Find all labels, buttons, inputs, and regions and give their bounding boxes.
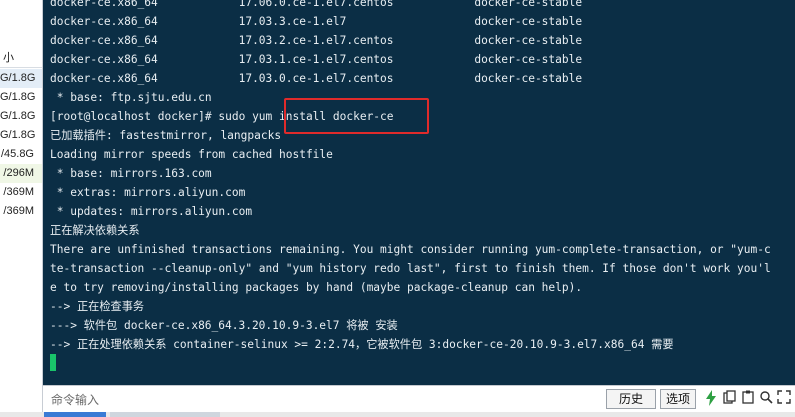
expand-icon[interactable] — [776, 390, 792, 408]
search-icon[interactable] — [758, 390, 774, 408]
terminal-line: * extras: mirrors.aliyun.com — [50, 186, 246, 199]
size-row[interactable]: G/1.8G — [0, 69, 42, 88]
session-tab[interactable] — [110, 412, 220, 417]
size-row[interactable]: /296M — [0, 164, 42, 183]
size-column-header[interactable]: 小 — [0, 48, 42, 68]
terminal-cursor — [50, 354, 56, 371]
terminal-line: * base: ftp.sjtu.edu.cn — [50, 91, 212, 104]
terminal-line: 正在解决依赖关系 — [50, 224, 140, 237]
size-row[interactable]: G/1.8G — [0, 107, 42, 126]
size-row[interactable]: /369M — [0, 183, 42, 202]
terminal-line: 已加载插件: fastestmirror, langpacks — [50, 129, 282, 142]
file-size-panel: 小 G/1.8G G/1.8G G/1.8G G/1.8G /45.8G /29… — [0, 0, 43, 417]
terminal-line: * updates: mirrors.aliyun.com — [50, 205, 253, 218]
command-input[interactable] — [49, 390, 573, 410]
session-tab-active[interactable] — [44, 412, 106, 417]
size-row[interactable]: /45.8G — [0, 145, 42, 164]
copy-icon[interactable] — [722, 390, 738, 408]
command-bar: 历史 选项 — [43, 385, 795, 413]
terminal-line: te-transaction --cleanup-only" and "yum … — [50, 262, 771, 275]
terminal-line: There are unfinished transactions remain… — [50, 243, 771, 256]
terminal-output[interactable]: docker-ce.x86_64 17.06.0.ce-1.el7.centos… — [43, 0, 795, 385]
options-button[interactable]: 选项 — [660, 389, 696, 409]
terminal-line: Loading mirror speeds from cached hostfi… — [50, 148, 333, 161]
terminal-line: docker-ce.x86_64 17.03.3.ce-1.el7 docker… — [50, 15, 583, 28]
size-row[interactable]: /369M — [0, 202, 42, 221]
terminal-line: --> 正在处理依赖关系 container-selinux >= 2:2.74… — [50, 338, 674, 351]
terminal-line: e to try removing/installing packages by… — [50, 281, 583, 294]
terminal-line: docker-ce.x86_64 17.06.0.ce-1.el7.centos… — [50, 0, 583, 9]
terminal-line: --> 正在检查事务 — [50, 300, 145, 313]
terminal-line: ---> 软件包 docker-ce.x86_64.3.20.10.9-3.el… — [50, 319, 398, 332]
history-button[interactable]: 历史 — [606, 389, 656, 409]
terminal-line: * base: mirrors.163.com — [50, 167, 212, 180]
terminal-line: docker-ce.x86_64 17.03.2.ce-1.el7.centos… — [50, 34, 583, 47]
size-row[interactable]: G/1.8G — [0, 126, 42, 145]
terminal-line: docker-ce.x86_64 17.03.1.ce-1.el7.centos… — [50, 53, 583, 66]
paste-icon[interactable] — [740, 390, 756, 408]
highlight-box — [284, 98, 429, 134]
lightning-icon[interactable] — [703, 390, 719, 408]
terminal-line: docker-ce.x86_64 17.03.0.ce-1.el7.centos… — [50, 72, 583, 85]
size-row[interactable]: G/1.8G — [0, 88, 42, 107]
